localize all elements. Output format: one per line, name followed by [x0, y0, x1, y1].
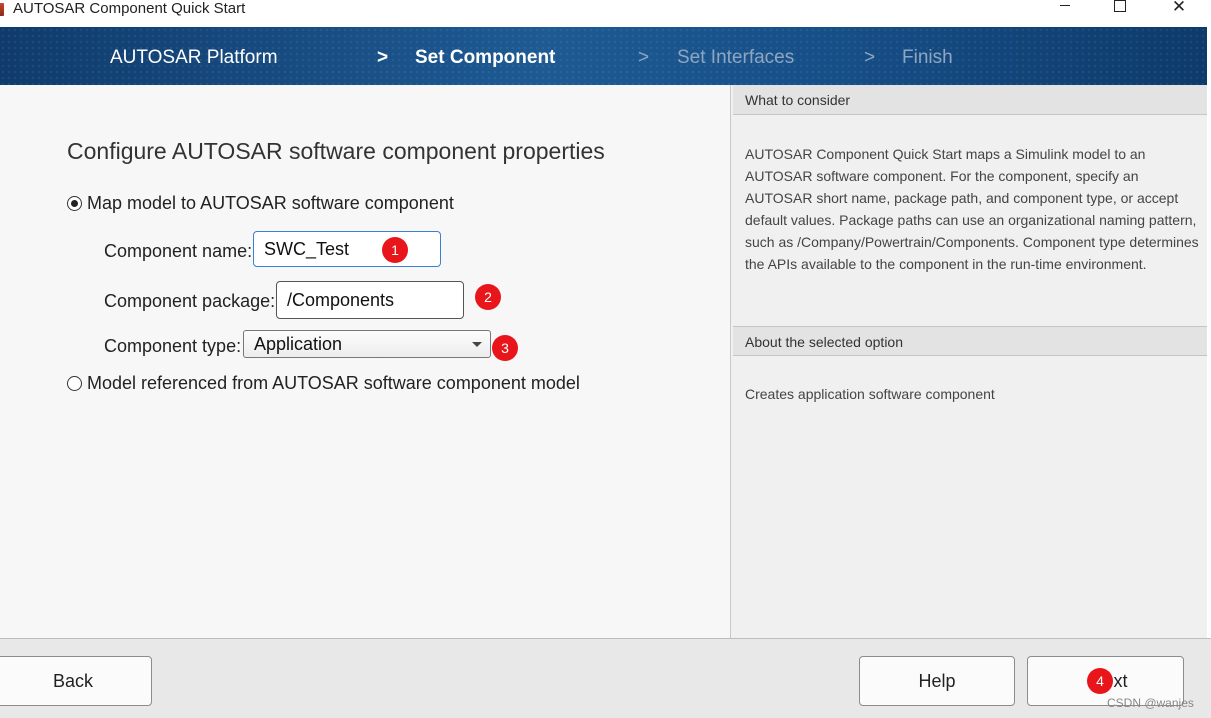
- component-type-value: Application: [254, 334, 343, 354]
- help-side-panel: What to consider AUTOSAR Component Quick…: [730, 85, 1208, 638]
- step-separator: >: [377, 47, 389, 68]
- back-button[interactable]: Back: [0, 656, 152, 706]
- step-finish: Finish: [902, 47, 953, 68]
- watermark: CSDN @wanjes: [1107, 696, 1194, 710]
- option-map-model-label: Map model to AUTOSAR software component: [87, 193, 454, 213]
- component-name-label: Component name:: [104, 241, 253, 261]
- radio-button-selected[interactable]: [67, 196, 82, 211]
- app-icon: [0, 3, 4, 16]
- next-button-label: xt: [1113, 670, 1128, 691]
- chevron-down-icon: [472, 342, 482, 347]
- window-edge: [1207, 85, 1211, 638]
- selected-option-text: Creates application software component: [745, 386, 995, 402]
- radio-button-unselected[interactable]: [67, 376, 82, 391]
- step-separator: >: [864, 47, 876, 68]
- step-set-component: Set Component: [415, 47, 556, 68]
- maximize-button[interactable]: [1097, 0, 1143, 17]
- component-package-label: Component package:: [104, 291, 276, 311]
- close-button[interactable]: ✕: [1156, 0, 1202, 17]
- annotation-badge-4: 4: [1087, 668, 1113, 694]
- wizard-steps-banner: AUTOSAR Platform > Set Component > Set I…: [0, 27, 1207, 85]
- window-title: AUTOSAR Component Quick Start: [13, 0, 246, 17]
- step-separator: >: [638, 47, 650, 68]
- step-set-interfaces: Set Interfaces: [677, 47, 795, 68]
- window-titlebar: AUTOSAR Component Quick Start ✕: [0, 0, 1211, 27]
- step-autosar-platform: AUTOSAR Platform: [110, 47, 278, 68]
- selected-option-header: About the selected option: [733, 326, 1208, 356]
- what-to-consider-text: AUTOSAR Component Quick Start maps a Sim…: [745, 146, 1199, 272]
- annotation-badge-2: 2: [475, 284, 501, 310]
- annotation-badge-3: 3: [492, 335, 518, 361]
- minimize-icon: [1060, 5, 1070, 6]
- minimize-button[interactable]: [1042, 0, 1088, 17]
- component-name-input[interactable]: SWC_Test: [253, 231, 441, 267]
- option-model-referenced[interactable]: Model referenced from AUTOSAR software c…: [67, 373, 580, 394]
- close-icon: ✕: [1171, 0, 1187, 16]
- radio-dot: [71, 200, 78, 207]
- annotation-badge-1: 1: [382, 237, 408, 263]
- option-map-model[interactable]: Map model to AUTOSAR software component: [67, 193, 454, 214]
- configuration-pane: [0, 85, 730, 638]
- what-to-consider-header: What to consider: [733, 85, 1208, 115]
- help-button[interactable]: Help: [859, 656, 1015, 706]
- component-type-select[interactable]: Application: [243, 330, 491, 358]
- page-title: Configure AUTOSAR software component pro…: [67, 138, 605, 164]
- option-model-referenced-label: Model referenced from AUTOSAR software c…: [87, 373, 580, 393]
- component-package-input[interactable]: /Components: [276, 281, 464, 319]
- maximize-icon: [1114, 0, 1126, 12]
- component-type-label: Component type:: [104, 336, 242, 356]
